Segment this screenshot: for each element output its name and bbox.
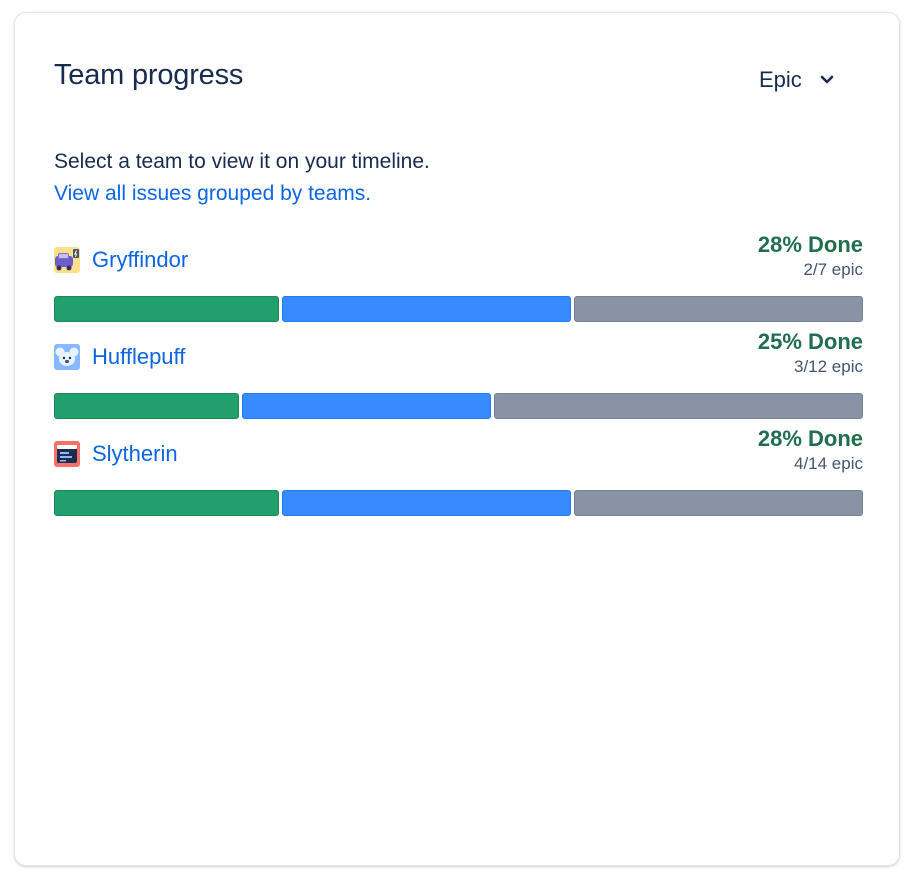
team-link-gryffindor[interactable]: Gryffindor <box>54 247 188 273</box>
team-progress-panel: Team progress Epic Select a team to view… <box>14 12 900 866</box>
view-all-issues-link[interactable]: View all issues grouped by teams. <box>54 178 430 210</box>
progress-bar <box>54 490 863 516</box>
team-row-slytherin: Slytherin 28% Done 4/14 epic <box>54 426 863 516</box>
team-row-hufflepuff: Hufflepuff 25% Done 3/12 epic <box>54 329 863 419</box>
panel-description: Select a team to view it on your timelin… <box>54 146 430 210</box>
epic-count: 2/7 epic <box>803 260 863 279</box>
progress-segment-done <box>54 296 279 322</box>
progress-segment-in-progress <box>241 393 491 419</box>
team-link-slytherin[interactable]: Slytherin <box>54 441 178 467</box>
done-percentage: 25% Done <box>757 329 863 354</box>
progress-bar <box>54 393 863 419</box>
grouping-dropdown-label: Epic <box>759 67 802 92</box>
red-browser-avatar-icon <box>54 441 80 467</box>
team-stats: 25% Done 3/12 epic <box>758 328 863 378</box>
progress-segment-in-progress <box>281 490 571 516</box>
progress-segment-todo <box>573 296 863 322</box>
progress-segment-todo <box>493 393 863 419</box>
team-name-label: Hufflepuff <box>92 344 186 369</box>
panel-title: Team progress <box>54 59 244 91</box>
team-name-label: Slytherin <box>92 441 178 466</box>
team-name-label: Gryffindor <box>92 247 189 272</box>
progress-bar <box>54 296 863 322</box>
done-percentage: 28% Done <box>757 232 863 257</box>
team-stats: 28% Done 2/7 epic <box>758 231 863 281</box>
epic-count: 3/12 epic <box>794 357 863 376</box>
purple-car-avatar-icon <box>54 247 80 273</box>
description-text: Select a team to view it on your timelin… <box>54 150 430 173</box>
team-row-gryffindor: Gryffindor 28% Done 2/7 epic <box>54 232 863 322</box>
progress-segment-in-progress <box>281 296 571 322</box>
progress-segment-done <box>54 490 279 516</box>
blue-koala-avatar-icon <box>54 344 80 370</box>
progress-segment-done <box>54 393 239 419</box>
grouping-dropdown[interactable]: Epic <box>745 62 848 98</box>
progress-segment-todo <box>573 490 863 516</box>
epic-count: 4/14 epic <box>794 454 863 473</box>
team-link-hufflepuff[interactable]: Hufflepuff <box>54 344 185 370</box>
team-stats: 28% Done 4/14 epic <box>758 425 863 475</box>
done-percentage: 28% Done <box>757 426 863 451</box>
chevron-down-icon <box>820 75 834 84</box>
